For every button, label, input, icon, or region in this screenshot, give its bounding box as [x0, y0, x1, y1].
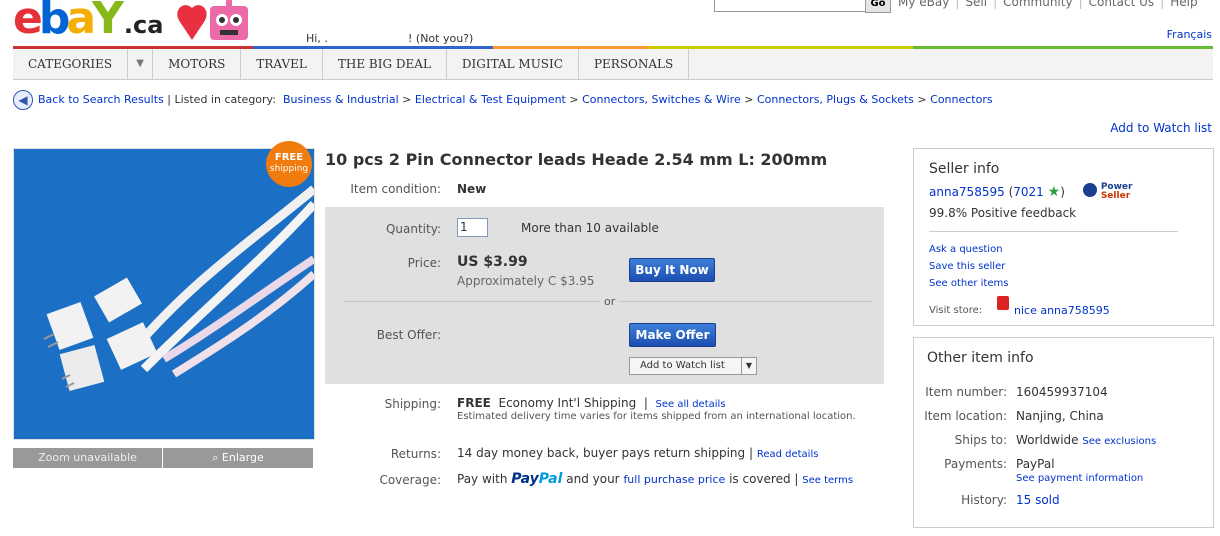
shipping-note: Estimated delivery time varies for items…	[457, 411, 856, 422]
coverage-label: Coverage:	[379, 473, 441, 487]
see-all-details-link[interactable]: See all details	[656, 399, 726, 410]
available-text: More than 10 available	[521, 221, 659, 235]
other-info-heading: Other item info	[927, 350, 1034, 366]
returns-value: 14 day money back, buyer pays return shi…	[457, 446, 819, 460]
main-nav: CATEGORIES ▼ MOTORS TRAVEL THE BIG DEAL …	[13, 49, 1213, 80]
back-to-search-link[interactable]: Back to Search Results	[38, 93, 164, 106]
buy-it-now-button[interactable]: Buy It Now	[629, 258, 715, 282]
returns-label: Returns:	[390, 447, 441, 461]
save-seller-link[interactable]: Save this seller	[929, 261, 1005, 272]
seller-name-link[interactable]: anna758595	[929, 185, 1005, 199]
top-links: My eBay | Sell | Community | Contact Us | Help	[898, 0, 1198, 9]
price-label: Price:	[407, 256, 441, 270]
seller-name-row: anna758595 (7021 ★)	[929, 184, 1065, 200]
read-details-link[interactable]: Read details	[757, 449, 819, 460]
coverage-value: Pay with PayPal and your full purchase p…	[457, 471, 854, 487]
product-image[interactable]	[13, 148, 315, 440]
help-link[interactable]: Help	[1170, 0, 1197, 9]
greeting-text: Hi, .	[306, 32, 328, 45]
best-offer-label: Best Offer:	[376, 328, 441, 342]
payments-value: PayPal	[1016, 457, 1055, 471]
condition-value: New	[457, 182, 487, 196]
sell-link[interactable]: Sell	[965, 0, 987, 9]
history-label: History:	[961, 493, 1007, 507]
my-ebay-link[interactable]: My eBay	[898, 0, 949, 9]
ask-question-link[interactable]: Ask a question	[929, 244, 1003, 255]
star-icon: ★	[1047, 184, 1061, 200]
shipping-label: Shipping:	[384, 397, 441, 411]
store-door-icon	[997, 296, 1009, 310]
see-exclusions-link[interactable]: See exclusions	[1082, 436, 1156, 447]
visit-store-label: Visit store:	[929, 305, 983, 316]
shipping-value: FREE Economy Int'l Shipping | See all de…	[457, 396, 726, 410]
search-input[interactable]	[714, 0, 866, 12]
power-seller-icon	[1083, 183, 1097, 197]
price-value: US $3.99	[457, 254, 528, 270]
paypal-logo: PayPal	[511, 471, 563, 487]
or-text: or	[600, 295, 620, 308]
nav-travel[interactable]: TRAVEL	[241, 49, 323, 79]
positive-feedback: 99.8% Positive feedback	[929, 206, 1077, 220]
power-seller-badge: Power Seller	[1083, 183, 1132, 201]
breadcrumb-item[interactable]: Electrical & Test Equipment	[415, 93, 566, 106]
feedback-score-link[interactable]: 7021	[1013, 185, 1044, 199]
free-shipping-badge: FREE shipping	[266, 141, 312, 187]
zoom-unavailable: Zoom unavailable	[13, 448, 162, 468]
condition-label: Item condition:	[350, 182, 441, 196]
see-other-items-link[interactable]: See other items	[929, 278, 1008, 289]
language-link[interactable]: Français	[1167, 28, 1212, 41]
add-to-watch-list-button[interactable]: Add to Watch list ▼	[629, 357, 757, 375]
item-location-label: Item location:	[924, 409, 1007, 423]
chevron-down-icon[interactable]: ▼	[741, 358, 756, 374]
breadcrumb-item[interactable]: Business & Industrial	[283, 93, 399, 106]
approx-price: Approximately C $3.95	[457, 274, 595, 288]
full-purchase-price-link[interactable]: full purchase price	[623, 473, 725, 486]
go-button[interactable]: Go	[865, 0, 891, 13]
make-offer-button[interactable]: Make Offer	[629, 323, 716, 347]
breadcrumb-item[interactable]: Connectors, Switches & Wire	[582, 93, 741, 106]
not-you-link[interactable]: ! (Not you?)	[408, 32, 473, 45]
breadcrumb: Back to Search Results | Listed in categ…	[38, 93, 993, 106]
nav-digital-music[interactable]: DIGITAL MUSIC	[447, 49, 579, 79]
see-terms-link[interactable]: See terms	[802, 475, 853, 486]
nav-big-deal[interactable]: THE BIG DEAL	[323, 49, 447, 79]
item-number-label: Item number:	[925, 385, 1007, 399]
nav-personals[interactable]: PERSONALS	[579, 49, 690, 79]
item-number-value: 160459937104	[1016, 385, 1108, 399]
see-payment-info-link[interactable]: See payment information	[1016, 473, 1143, 484]
ships-to-value: Worldwide See exclusions	[1016, 433, 1157, 447]
store-link[interactable]: nice anna758595	[1014, 304, 1110, 317]
community-link[interactable]: Community	[1003, 0, 1072, 9]
nav-motors[interactable]: MOTORS	[153, 49, 242, 79]
categories-dropdown-icon[interactable]: ▼	[128, 49, 154, 79]
magnifier-icon: ⌕	[212, 451, 219, 464]
breadcrumb-item[interactable]: Connectors	[930, 93, 992, 106]
history-link[interactable]: 15 sold	[1016, 493, 1060, 507]
item-location-value: Nanjing, China	[1016, 409, 1104, 423]
ebay-logo[interactable]: ebaY .ca	[13, 0, 163, 42]
seller-divider	[929, 231, 1178, 232]
item-title: 10 pcs 2 Pin Connector leads Heade 2.54 …	[325, 150, 828, 169]
listed-in-label: Listed in category:	[174, 93, 276, 106]
breadcrumb-item[interactable]: Connectors, Plugs & Sockets	[757, 93, 914, 106]
promo-robot-image	[170, 0, 260, 48]
nav-categories[interactable]: CATEGORIES	[13, 49, 129, 79]
add-to-watch-list-link[interactable]: Add to Watch list	[1110, 121, 1212, 135]
back-arrow-icon[interactable]: ◀	[13, 90, 33, 110]
ships-to-label: Ships to:	[954, 433, 1007, 447]
quantity-label: Quantity:	[385, 222, 441, 236]
contact-us-link[interactable]: Contact Us	[1089, 0, 1155, 9]
seller-info-heading: Seller info	[929, 161, 1000, 177]
quantity-input[interactable]: 1	[457, 218, 488, 237]
payments-label: Payments:	[944, 457, 1007, 471]
enlarge-button[interactable]: ⌕ Enlarge	[163, 448, 313, 468]
